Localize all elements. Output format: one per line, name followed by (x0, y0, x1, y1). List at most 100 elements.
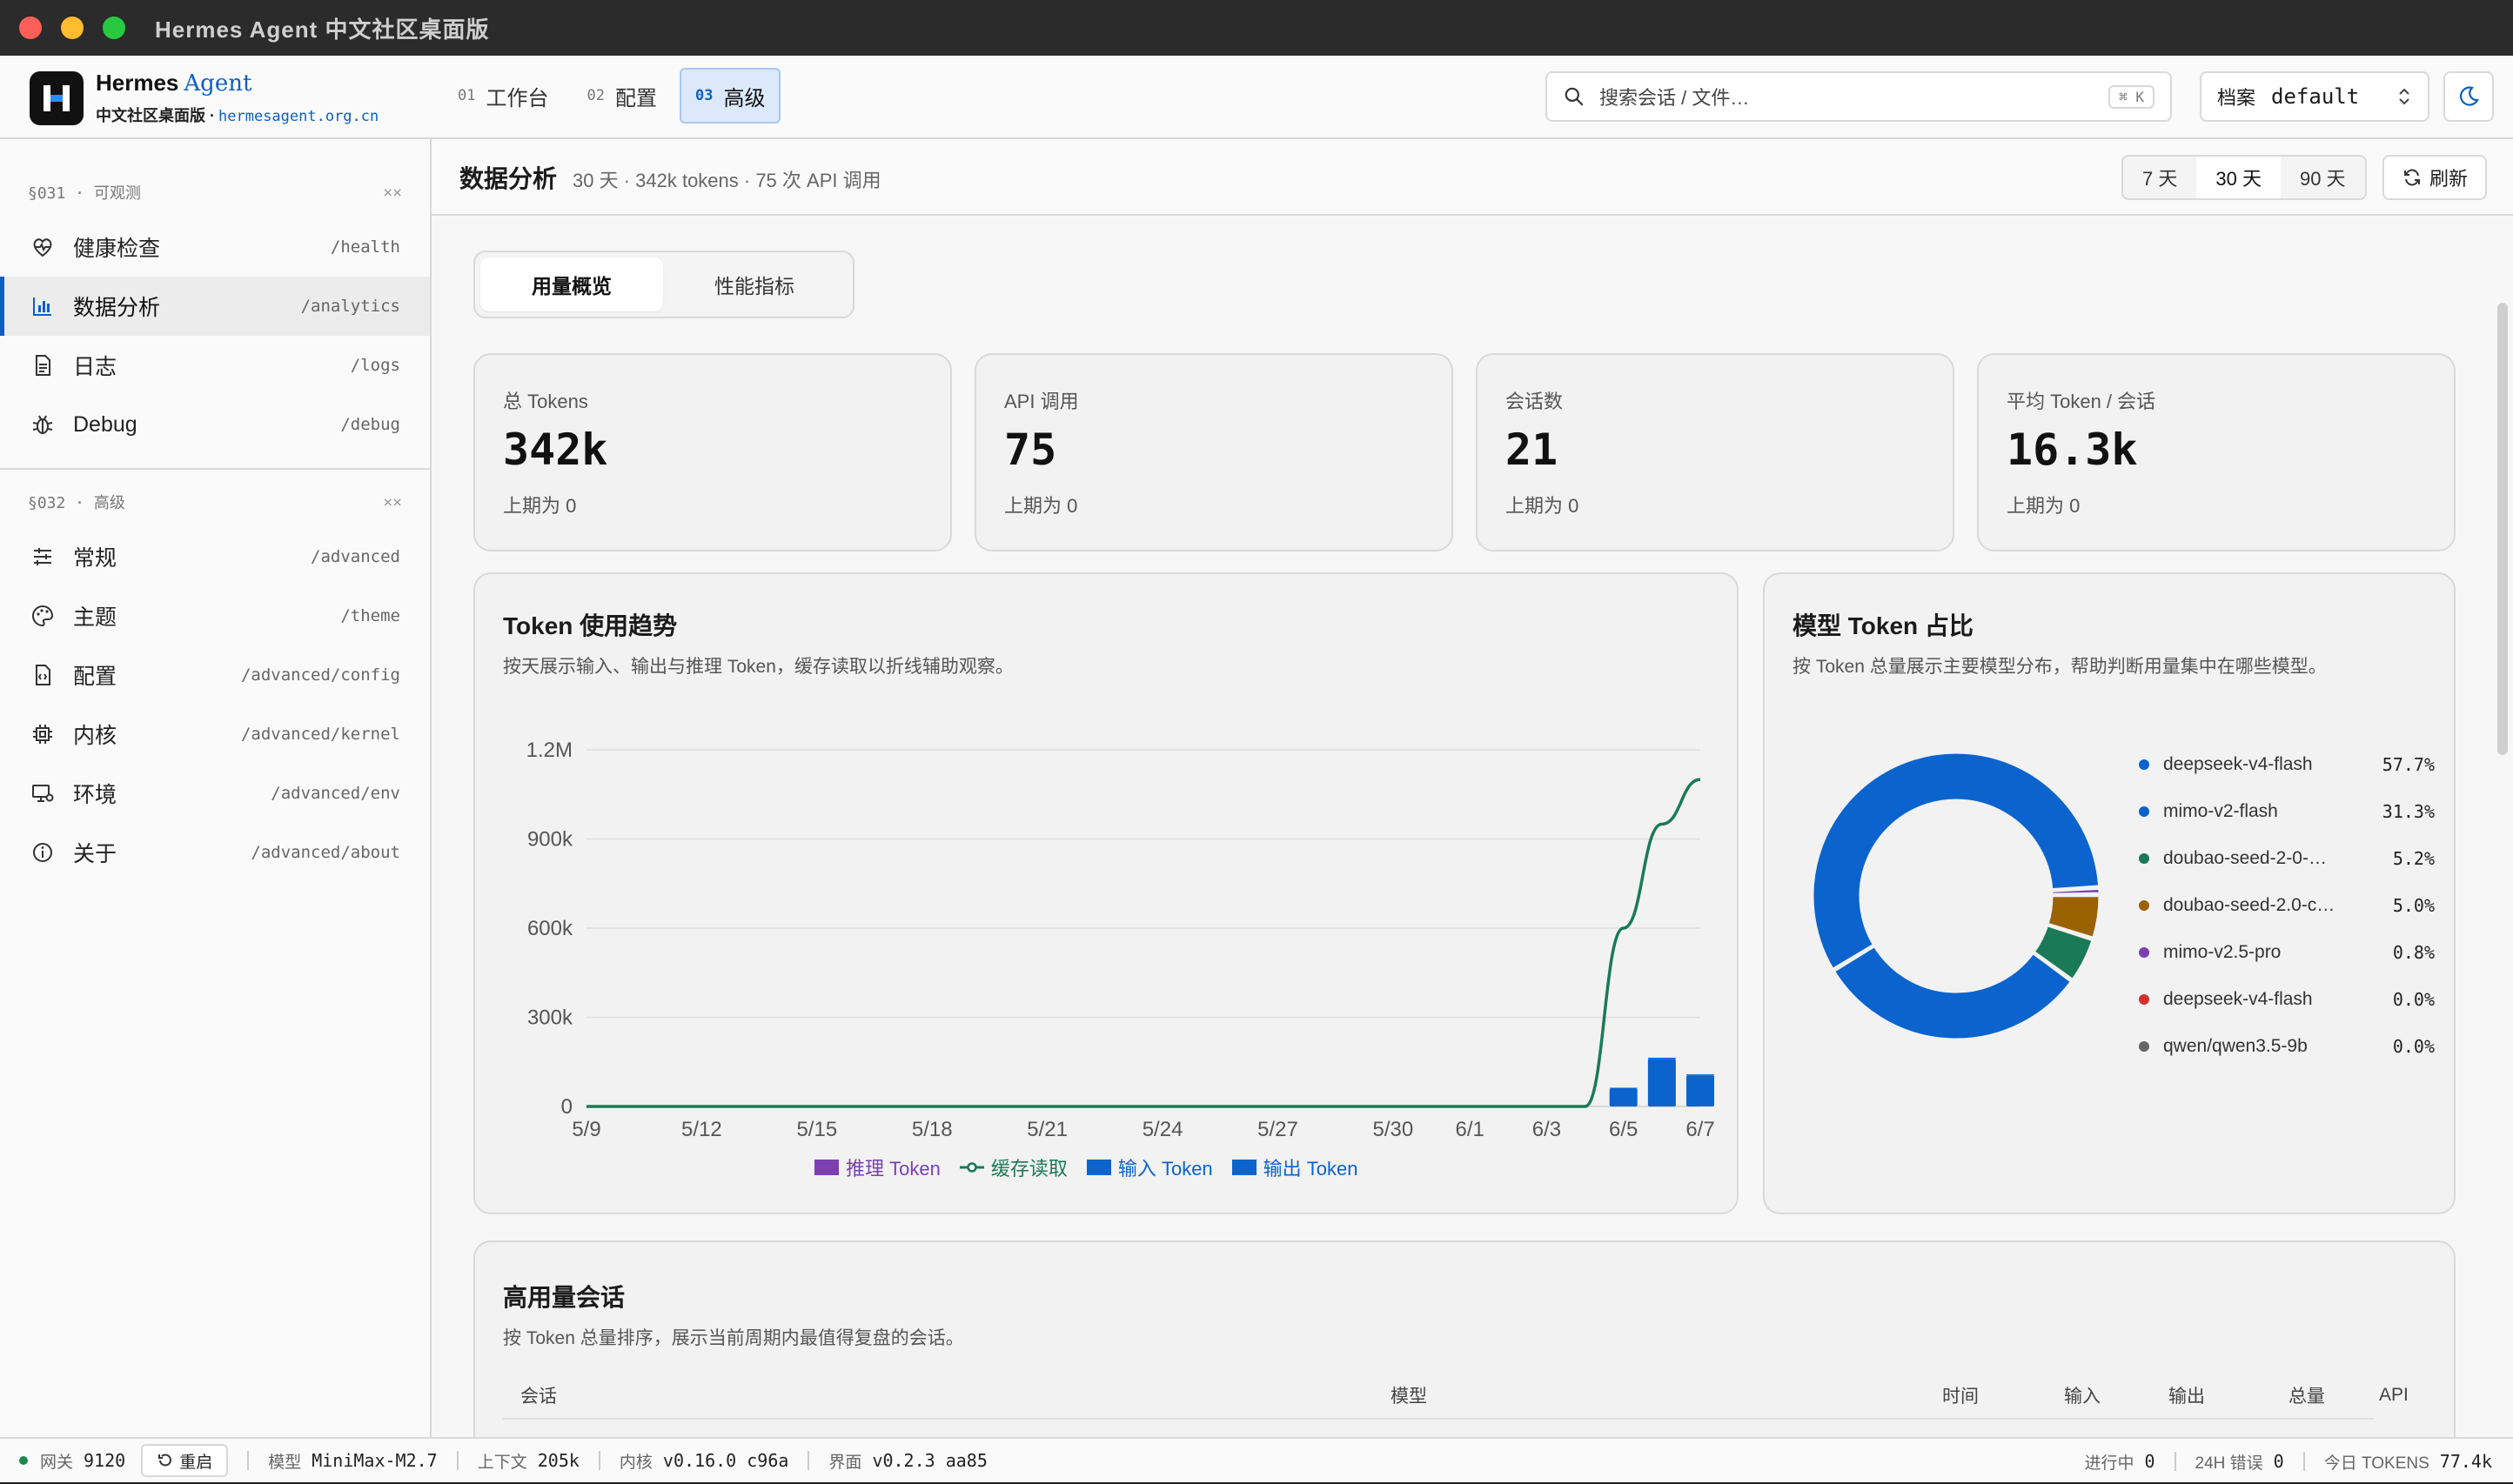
sidebar-section-head: §031 · 可观测 ×× (0, 167, 430, 217)
column-header-session[interactable]: 会话 (520, 1382, 557, 1408)
column-header-model[interactable]: 模型 (1391, 1382, 1427, 1408)
legend-percent: 31.3% (2382, 801, 2435, 822)
app-header: Hermes Agent 中文社区桌面版 · hermesagent.org.cn … (0, 56, 2513, 139)
restart-label: 重启 (179, 1453, 213, 1472)
sidebar-item-env[interactable]: 环境 /advanced/env (0, 764, 430, 823)
minimize-window-button[interactable] (61, 17, 84, 39)
bug-icon (30, 411, 56, 438)
close-window-button[interactable] (19, 17, 42, 39)
donut-slice[interactable] (1832, 944, 2074, 1041)
trend-legend: 推理 Token 缓存读取 输入 Token 输出 Token (814, 1153, 1358, 1181)
tab-workbench[interactable]: 01 工作台 (442, 68, 564, 124)
model-value: MiniMax-M2.7 (312, 1450, 438, 1471)
legend-label: 输出 Token (1263, 1158, 1358, 1180)
legend-item[interactable]: mimo-v2-flash 31.3% (2139, 788, 2435, 835)
sidebar-item-label: 配置 (73, 665, 117, 689)
restart-icon (158, 1454, 172, 1467)
legend-item[interactable]: doubao-seed-2.0-c… 5.0% (2139, 882, 2435, 929)
legend-label: 推理 Token (846, 1158, 941, 1180)
range-selector: 7 天 30 天 90 天 (2121, 155, 2367, 200)
sidebar-item-general[interactable]: 常规 /advanced (0, 527, 430, 586)
search-input[interactable]: 搜索会话 / 文件… ⌘ K (1545, 71, 2172, 122)
theme-toggle-button[interactable] (2443, 71, 2494, 122)
tab-config[interactable]: 02 配置 (571, 68, 672, 124)
app-logo (30, 71, 84, 125)
column-header-total[interactable]: 总量 (2289, 1382, 2325, 1408)
range-7d-button[interactable]: 7 天 (2123, 157, 2196, 198)
context-value: 205k (537, 1450, 580, 1471)
legend-item[interactable]: 缓存读取 (959, 1153, 1068, 1181)
x-tick-label: 5/9 (572, 1118, 600, 1141)
sidebar-item-kernel[interactable]: 内核 /advanced/kernel (0, 705, 430, 764)
range-30d-button[interactable]: 30 天 (2196, 157, 2281, 198)
legend-dot (2139, 759, 2149, 770)
kernel-label: 内核 (619, 1453, 653, 1472)
section-title: §031 · 可观测 (28, 184, 141, 203)
window-titlebar: Hermes Agent 中文社区桌面版 (0, 0, 2513, 56)
sidebar-item-health[interactable]: 健康检查 /health (0, 217, 430, 277)
sidebar-item-path: /health (330, 237, 400, 257)
model-label: 模型 (268, 1453, 302, 1472)
stat-card-sessions: 会话数 21 上期为 0 (1476, 353, 1954, 551)
sessions-title: 高用量会话 (503, 1284, 626, 1311)
collapse-section-button[interactable]: ×× (383, 493, 402, 511)
collapse-section-button[interactable]: ×× (383, 184, 402, 202)
tab-advanced[interactable]: 03 高级 (679, 68, 781, 124)
legend-item[interactable]: 输入 Token (1086, 1153, 1213, 1181)
zoom-window-button[interactable] (103, 17, 125, 39)
sidebar-item-config[interactable]: 配置 /advanced/config (0, 645, 430, 705)
stat-value: 16.3k (2007, 424, 2138, 475)
sidebar-item-debug[interactable]: Debug /debug (0, 395, 430, 454)
file-text-icon (30, 352, 56, 378)
restart-button[interactable]: 重启 (141, 1444, 229, 1477)
profile-select[interactable]: 档案 default (2200, 71, 2429, 122)
refresh-button[interactable]: 刷新 (2382, 155, 2487, 200)
ui-version: v0.2.3 aa85 (872, 1450, 988, 1471)
column-header-input[interactable]: 输入 (2064, 1382, 2101, 1408)
segment-performance[interactable]: 性能指标 (663, 257, 846, 311)
sidebar-item-path: /advanced/env (271, 784, 400, 803)
context-label: 上下文 (477, 1453, 527, 1472)
legend-item[interactable]: 输出 Token (1231, 1153, 1358, 1181)
main-panel: 数据分析 30 天 · 342k tokens · 75 次 API 调用 7 … (432, 139, 2513, 1437)
legend-item[interactable]: 推理 Token (814, 1153, 941, 1181)
column-header-output[interactable]: 输出 (2168, 1382, 2205, 1408)
x-tick-label: 5/24 (1143, 1118, 1183, 1141)
sidebar-item-theme[interactable]: 主题 /theme (0, 586, 430, 645)
y-tick-label: 600k (527, 917, 573, 940)
legend-dot (2139, 947, 2149, 958)
legend-item[interactable]: qwen/qwen3.5-9b 0.0% (2139, 1023, 2435, 1070)
legend-item[interactable]: deepseek-v4-flash 57.7% (2139, 741, 2435, 788)
legend-model-name: qwen/qwen3.5-9b (2163, 1036, 2308, 1056)
sidebar-item-path: /advanced (311, 547, 400, 566)
column-header-time[interactable]: 时间 (1942, 1382, 1979, 1408)
sidebar-divider (0, 468, 430, 470)
sidebar-item-analytics[interactable]: 数据分析 /analytics (0, 277, 430, 336)
segment-usage-overview[interactable]: 用量概览 (480, 257, 663, 311)
legend-item[interactable]: deepseek-v4-flash 0.0% (2139, 976, 2435, 1023)
sidebar-item-about[interactable]: 关于 /advanced/about (0, 823, 430, 882)
legend-item[interactable]: mimo-v2.5-pro 0.8% (2139, 929, 2435, 976)
legend-item[interactable]: doubao-seed-2-0-… 5.2% (2139, 835, 2435, 882)
top-nav: 01 工作台 02 配置 03 高级 (442, 68, 781, 124)
range-90d-button[interactable]: 90 天 (2281, 157, 2365, 198)
x-tick-label: 6/1 (1455, 1118, 1484, 1141)
today-tokens-value: 77.4k (2439, 1451, 2492, 1472)
file-code-icon (30, 662, 56, 688)
ui-label: 界面 (828, 1453, 862, 1472)
brand-separator: · (210, 107, 216, 124)
errors-label: 24H 错误 (2195, 1454, 2263, 1473)
legend-label: 缓存读取 (990, 1158, 1068, 1180)
tab-number: 02 (586, 87, 605, 104)
brand-name: Hermes (96, 70, 179, 96)
scrollbar-thumb[interactable] (2497, 303, 2508, 755)
y-tick-label: 1.2M (526, 739, 573, 762)
gateway-label: 网关 (40, 1453, 74, 1472)
sidebar-item-logs[interactable]: 日志 /logs (0, 336, 430, 395)
legend-dot (2139, 900, 2149, 911)
column-header-api[interactable]: API (2379, 1385, 2409, 1406)
share-description: 按 Token 总量展示主要模型分布，帮助判断用量集中在哪些模型。 (1793, 657, 2327, 677)
sidebar-item-label: Debug (73, 411, 137, 437)
model-share-legend: deepseek-v4-flash 57.7% mimo-v2-flash 31.3%… (2139, 741, 2435, 1070)
stat-card-avg-tokens: 平均 Token / 会话 16.3k 上期为 0 (1977, 353, 2456, 551)
